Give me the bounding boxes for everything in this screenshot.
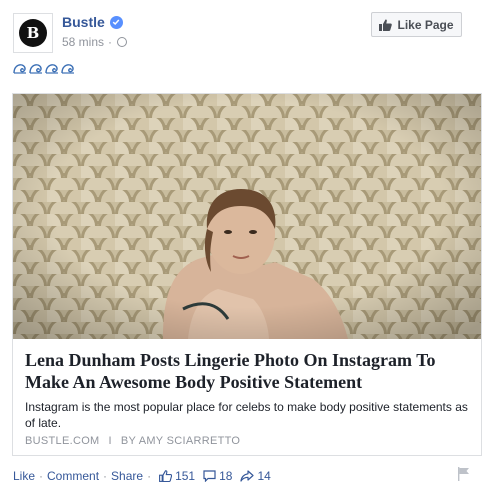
action-separator: · <box>103 469 108 483</box>
action-separator: · <box>147 469 152 483</box>
wave-emoji-icon <box>29 64 42 74</box>
page-avatar[interactable]: B <box>13 13 53 53</box>
thumbs-up-icon <box>379 18 393 31</box>
thumbs-up-icon <box>159 470 173 482</box>
post-text-emojis <box>13 63 75 75</box>
action-separator: · <box>39 469 44 483</box>
like-action-link[interactable]: Like <box>13 469 35 483</box>
comments-count: 18 <box>219 469 233 483</box>
meta-separator: · <box>108 35 113 49</box>
link-title[interactable]: Lena Dunham Posts Lingerie Photo On Inst… <box>25 349 473 393</box>
wave-emoji-icon <box>13 64 26 74</box>
wave-emoji-icon <box>61 64 74 74</box>
avatar-logo-letter: B <box>26 23 40 42</box>
shares-count-group[interactable]: 14 <box>240 469 274 483</box>
globe-icon[interactable] <box>117 37 128 47</box>
post-actions: Like · Comment · Share · 151 18 14 <box>13 469 275 483</box>
share-action-link[interactable]: Share <box>111 469 143 483</box>
comments-count-group[interactable]: 18 <box>203 469 236 483</box>
likes-count: 151 <box>175 469 196 483</box>
post-timestamp[interactable]: 58 mins <box>62 35 104 49</box>
link-preview-card[interactable]: Lena Dunham Posts Lingerie Photo On Inst… <box>12 93 482 456</box>
avatar-logo: B <box>19 19 47 47</box>
post-meta: 58 mins · <box>62 35 128 49</box>
page-name-link[interactable]: Bustle <box>62 14 105 30</box>
link-description: Instagram is the most popular place for … <box>25 400 468 430</box>
link-preview-image[interactable] <box>13 94 481 339</box>
verified-badge-icon <box>109 15 123 29</box>
link-source-line: BUSTLE.COM I BY AMY SCIARRETTO <box>25 435 240 447</box>
flag-icon[interactable] <box>456 466 472 482</box>
share-arrow-icon <box>240 470 255 482</box>
comment-bubble-icon <box>203 470 216 482</box>
like-page-label: Like Page <box>397 17 454 32</box>
wave-emoji-icon <box>45 64 58 74</box>
facebook-post: B Bustle 58 mins · Like Page Lena Dunham… <box>0 0 495 491</box>
shares-count: 14 <box>257 469 271 483</box>
likes-count-group[interactable]: 151 <box>159 469 199 483</box>
source-divider: I <box>108 435 112 447</box>
page-name-row: Bustle <box>62 14 123 30</box>
comment-action-link[interactable]: Comment <box>47 469 99 483</box>
like-page-button[interactable]: Like Page <box>371 12 462 37</box>
link-domain: BUSTLE.COM <box>25 435 100 447</box>
link-byline: BY AMY SCIARRETTO <box>120 435 241 447</box>
